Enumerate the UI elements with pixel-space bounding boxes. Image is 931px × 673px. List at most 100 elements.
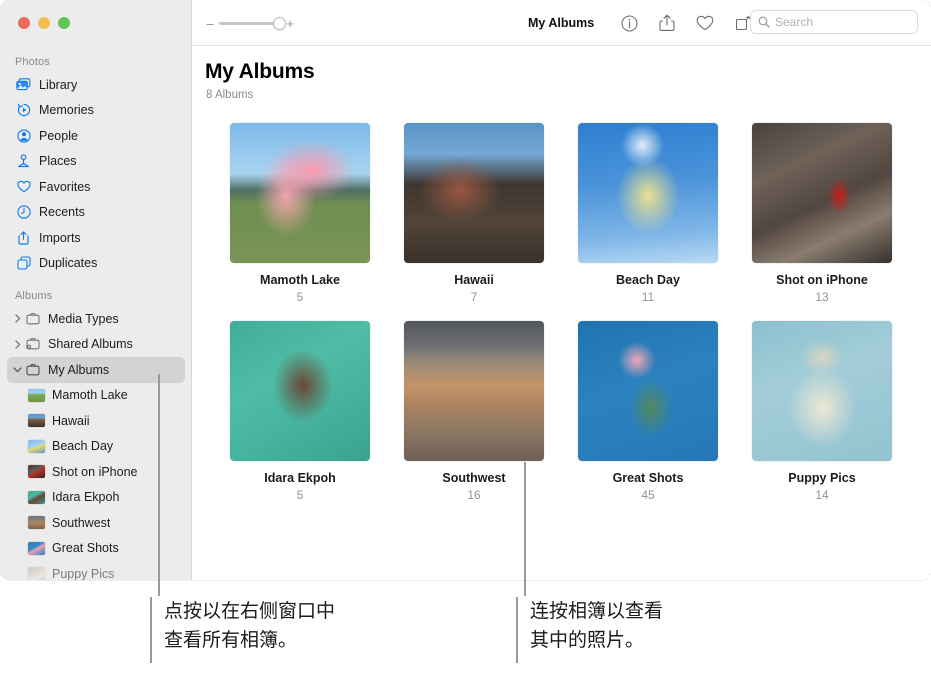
album-count: 16 bbox=[467, 488, 481, 502]
album-thumbnail bbox=[28, 465, 45, 479]
album-card[interactable]: Idara Ekpoh 5 bbox=[213, 321, 387, 502]
zoom-button[interactable] bbox=[58, 17, 70, 29]
sidebar-item-label: My Albums bbox=[48, 362, 110, 377]
album-thumbnail[interactable] bbox=[752, 123, 892, 263]
people-icon bbox=[15, 128, 32, 144]
zoom-out-label[interactable]: – bbox=[204, 16, 216, 31]
sidebar-item-favorites[interactable]: Favorites bbox=[7, 174, 185, 200]
toolbar-buttons bbox=[616, 10, 756, 36]
callout-1: 点按以在右侧窗口中 查看所有相簿。 bbox=[150, 597, 335, 669]
duplicates-icon bbox=[15, 255, 32, 271]
album-count: 11 bbox=[641, 290, 655, 304]
toolbar: – + My Albums Search bbox=[192, 0, 931, 46]
album-thumbnail[interactable] bbox=[230, 321, 370, 461]
search-icon bbox=[758, 16, 770, 28]
sidebar-item-label: Memories bbox=[39, 103, 94, 118]
album-card[interactable]: Puppy Pics 14 bbox=[735, 321, 909, 502]
album-card[interactable]: Mamoth Lake 5 bbox=[213, 123, 387, 304]
sidebar-album-label: Idara Ekpoh bbox=[52, 490, 120, 505]
places-icon bbox=[15, 153, 32, 169]
sidebar-item-places[interactable]: Places bbox=[7, 149, 185, 175]
sidebar-item-duplicates[interactable]: Duplicates bbox=[7, 251, 185, 277]
close-button[interactable] bbox=[18, 17, 30, 29]
share-button[interactable] bbox=[654, 10, 680, 36]
window-controls bbox=[18, 17, 70, 29]
album-name: Great Shots bbox=[612, 471, 684, 485]
search-field[interactable]: Search bbox=[750, 10, 918, 34]
sidebar-item-library[interactable]: Library bbox=[7, 72, 185, 98]
callout-leader-2 bbox=[516, 597, 518, 663]
sidebar-album-label: Mamoth Lake bbox=[52, 388, 128, 403]
sidebar-item-shared-albums[interactable]: Shared Albums bbox=[7, 332, 185, 358]
zoom-slider[interactable]: – + bbox=[204, 16, 296, 31]
album-thumbnail bbox=[28, 541, 45, 555]
album-count-subtitle: 8 Albums bbox=[206, 89, 254, 101]
sidebar-album-label: Shot on iPhone bbox=[52, 464, 138, 479]
album-thumbnail bbox=[28, 490, 45, 504]
sidebar-item-label: Media Types bbox=[48, 311, 119, 326]
album-name: Mamoth Lake bbox=[260, 273, 340, 287]
callout-2: 连按相簿以查看 其中的照片。 bbox=[516, 597, 663, 669]
album-thumbnail[interactable] bbox=[578, 123, 718, 263]
sidebar-item-label: People bbox=[39, 128, 78, 143]
album-thumbnail[interactable] bbox=[752, 321, 892, 461]
info-button[interactable] bbox=[616, 10, 642, 36]
chevron-down-icon[interactable] bbox=[12, 367, 23, 373]
sidebar-album-label: Hawaii bbox=[52, 413, 90, 428]
favorite-button[interactable] bbox=[692, 10, 718, 36]
album-thumbnail bbox=[28, 516, 45, 530]
minimize-button[interactable] bbox=[38, 17, 50, 29]
callout-leader-line-2 bbox=[524, 462, 526, 596]
shared-folder-icon bbox=[24, 336, 41, 352]
album-count: 5 bbox=[296, 488, 304, 502]
album-thumbnail bbox=[28, 414, 45, 428]
toolbar-title: My Albums bbox=[528, 16, 595, 30]
screenshot-root: Photos Library Memories People Places Fa… bbox=[0, 0, 931, 673]
sidebar-scroll-area[interactable]: Photos Library Memories People Places Fa… bbox=[0, 50, 191, 580]
search-input[interactable]: Search bbox=[775, 15, 813, 29]
albums-grid: Mamoth Lake 5 Hawaii 7 Beach Day 11 Shot… bbox=[192, 101, 931, 502]
sidebar-item-media-types[interactable]: Media Types bbox=[7, 306, 185, 332]
sidebar-item-label: Library bbox=[39, 77, 78, 92]
sidebar-item-imports[interactable]: Imports bbox=[7, 225, 185, 251]
chevron-right-icon[interactable] bbox=[12, 314, 23, 323]
heart-icon bbox=[15, 179, 32, 195]
sidebar-item-label: Duplicates bbox=[39, 256, 98, 271]
zoom-slider-knob[interactable] bbox=[273, 16, 286, 30]
album-count: 5 bbox=[296, 290, 304, 304]
album-count: 13 bbox=[815, 290, 829, 304]
sidebar-item-people[interactable]: People bbox=[7, 123, 185, 149]
album-card[interactable]: Southwest 16 bbox=[387, 321, 561, 502]
zoom-slider-track[interactable] bbox=[219, 16, 286, 30]
sidebar-album-label: Southwest bbox=[52, 515, 111, 530]
callout-text-1: 点按以在右侧窗口中 查看所有相簿。 bbox=[164, 600, 336, 651]
album-thumbnail[interactable] bbox=[404, 123, 544, 263]
album-count: 14 bbox=[815, 488, 829, 502]
album-name: Hawaii bbox=[454, 273, 494, 287]
clock-icon bbox=[15, 204, 32, 220]
photos-window: Photos Library Memories People Places Fa… bbox=[0, 0, 931, 580]
album-thumbnail[interactable] bbox=[578, 321, 718, 461]
album-card[interactable]: Hawaii 7 bbox=[387, 123, 561, 304]
library-icon bbox=[15, 77, 32, 93]
album-thumbnail[interactable] bbox=[404, 321, 544, 461]
album-card[interactable]: Shot on iPhone 13 bbox=[735, 123, 909, 304]
album-card[interactable]: Great Shots 45 bbox=[561, 321, 735, 502]
album-card[interactable]: Beach Day 11 bbox=[561, 123, 735, 304]
sidebar-item-recents[interactable]: Recents bbox=[7, 200, 185, 226]
sidebar-section-photos-label: Photos bbox=[15, 56, 50, 68]
album-name: Puppy Pics bbox=[788, 471, 856, 485]
album-name: Idara Ekpoh bbox=[264, 471, 336, 485]
sidebar-album-label: Puppy Pics bbox=[52, 566, 115, 580]
sidebar-item-label: Imports bbox=[39, 230, 81, 245]
callout-text-2: 连按相簿以查看 其中的照片。 bbox=[530, 600, 664, 651]
sidebar-item-label: Places bbox=[39, 154, 77, 169]
sidebar-item-memories[interactable]: Memories bbox=[7, 98, 185, 124]
sidebar-item-label: Recents bbox=[39, 205, 85, 220]
folder-icon bbox=[24, 311, 41, 327]
album-name: Southwest bbox=[442, 471, 506, 485]
album-thumbnail[interactable] bbox=[230, 123, 370, 263]
album-thumbnail bbox=[28, 439, 45, 453]
album-thumbnail bbox=[28, 388, 45, 402]
chevron-right-icon[interactable] bbox=[12, 340, 23, 349]
